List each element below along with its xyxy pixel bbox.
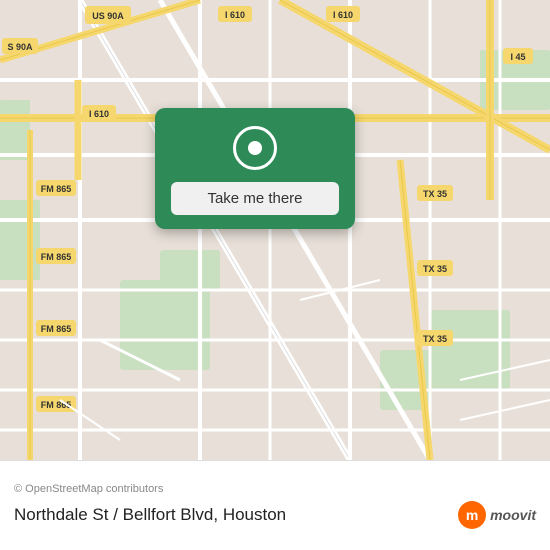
location-pin-icon — [233, 126, 277, 170]
pin-center-dot — [248, 141, 262, 155]
svg-text:I 610: I 610 — [89, 109, 109, 119]
svg-text:US 90A: US 90A — [92, 11, 124, 21]
svg-text:TX 35: TX 35 — [423, 189, 447, 199]
moovit-icon: m — [458, 501, 486, 529]
moovit-logo: m moovit — [458, 501, 536, 529]
take-me-there-button[interactable]: Take me there — [171, 182, 339, 215]
svg-text:TX 35: TX 35 — [423, 334, 447, 344]
svg-text:I 45: I 45 — [510, 52, 525, 62]
svg-text:S 90A: S 90A — [7, 42, 33, 52]
map-attribution: © OpenStreetMap contributors — [14, 483, 536, 495]
svg-text:I 610: I 610 — [225, 10, 245, 20]
svg-text:FM 865: FM 865 — [41, 252, 72, 262]
svg-text:TX 35: TX 35 — [423, 264, 447, 274]
bottom-info-row: Northdale St / Bellfort Blvd, Houston m … — [14, 501, 536, 529]
moovit-label: moovit — [490, 507, 536, 523]
svg-text:FM 865: FM 865 — [41, 184, 72, 194]
map-view: US 90A S 90A I 610 I 610 I 610 I 45 FM 8… — [0, 0, 550, 460]
location-name: Northdale St / Bellfort Blvd, Houston — [14, 505, 286, 525]
bottom-bar: © OpenStreetMap contributors Northdale S… — [0, 460, 550, 550]
location-card: Take me there — [155, 108, 355, 229]
svg-text:I 610: I 610 — [333, 10, 353, 20]
svg-text:FM 865: FM 865 — [41, 324, 72, 334]
map-roads: US 90A S 90A I 610 I 610 I 610 I 45 FM 8… — [0, 0, 550, 460]
